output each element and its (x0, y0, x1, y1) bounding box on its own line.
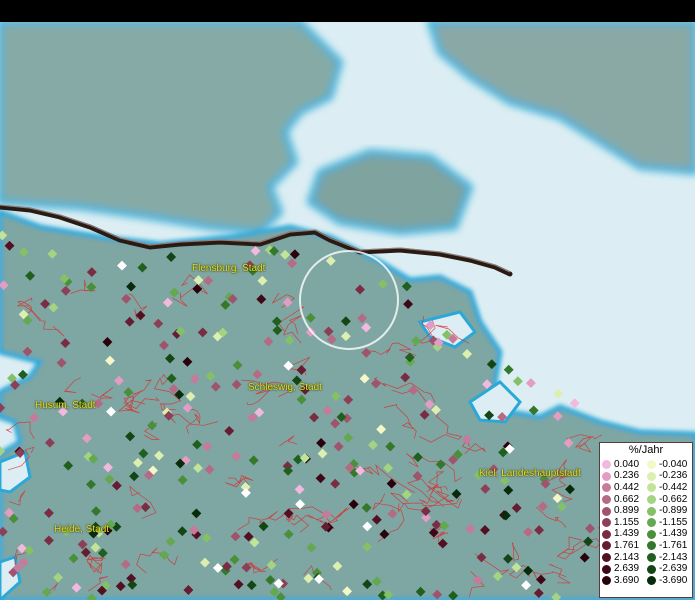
legend-entry: 1.155 (602, 517, 648, 529)
legend-value: -3.690 (659, 574, 688, 586)
legend-swatch (647, 460, 656, 470)
legend-swatch (602, 541, 611, 551)
legend-entry: -0.899 (647, 505, 693, 517)
legend-positive-column: 0.040 0.236 0.442 0.662 0.899 1.155 1.439 1.761… (602, 459, 648, 587)
legend-value: 1.155 (614, 516, 640, 528)
legend-value: 0.236 (614, 470, 640, 482)
legend-swatch (602, 529, 611, 539)
city-label-schleswig: Schleswig, Stadt (248, 382, 322, 393)
legend-entry: 1.439 (602, 529, 648, 541)
legend-value: -1.155 (659, 516, 688, 528)
legend-value: -1.439 (659, 528, 688, 540)
legend-value: -0.040 (659, 458, 688, 470)
map-viewport[interactable]: Flensburg, Stadt Schleswig, Stadt Husum,… (0, 22, 695, 600)
legend-value: 0.662 (614, 493, 640, 505)
legend-entry: -1.439 (647, 529, 693, 541)
legend-entry: -0.040 (647, 459, 693, 471)
legend-swatch (647, 483, 656, 493)
legend-entry: -0.236 (647, 471, 693, 483)
legend-swatch (647, 553, 656, 563)
legend-swatch (602, 564, 611, 574)
legend-title: %/Jahr (628, 444, 664, 456)
legend-swatch (602, 471, 611, 481)
legend-swatch (647, 564, 656, 574)
legend-entry: 1.761 (602, 540, 648, 552)
legend-value: -0.236 (659, 470, 688, 482)
legend-value: -0.899 (659, 505, 688, 517)
legend-value: -1.761 (659, 539, 688, 551)
legend-swatch (647, 471, 656, 481)
legend-swatch (602, 495, 611, 505)
legend-entry: -1.155 (647, 517, 693, 529)
legend-entry: -2.143 (647, 552, 693, 564)
legend-swatch (647, 529, 656, 539)
legend-value: 3.690 (614, 574, 640, 586)
legend-value: 0.442 (614, 481, 640, 493)
legend-swatch (602, 518, 611, 528)
legend-swatch (602, 483, 611, 493)
legend-entry: 0.040 (602, 459, 648, 471)
legend-value: -0.442 (659, 481, 688, 493)
map-canvas[interactable] (0, 22, 695, 600)
city-label-husum: Husum, Stadt (35, 400, 96, 411)
legend-value: 0.899 (614, 505, 640, 517)
city-label-flensburg: Flensburg, Stadt (192, 263, 266, 274)
legend-swatch (647, 506, 656, 516)
legend-entry: -3.690 (647, 575, 693, 587)
legend-entry: 2.143 (602, 552, 648, 564)
legend-value: 0.040 (614, 458, 640, 470)
legend-entry: -2.639 (647, 563, 693, 575)
legend-entry: 3.690 (602, 575, 648, 587)
city-label-heide: Heide, Stadt (54, 524, 110, 535)
legend-entry: 0.662 (602, 494, 648, 506)
legend-value: -2.143 (659, 551, 688, 563)
legend-value: 2.639 (614, 563, 640, 575)
legend-swatch (602, 576, 611, 586)
city-label-kiel: Kiel, Landeshauptstadt (479, 468, 581, 479)
legend-entry: 0.442 (602, 482, 648, 494)
legend-value: 2.143 (614, 551, 640, 563)
legend-swatch (647, 576, 656, 586)
legend-swatch (602, 553, 611, 563)
legend: %/Jahr 0.040 0.236 0.442 0.662 0.899 1.155 1.4… (599, 442, 693, 598)
legend-value: 1.439 (614, 528, 640, 540)
legend-entry: 0.236 (602, 471, 648, 483)
legend-swatch (602, 460, 611, 470)
legend-swatch (647, 541, 656, 551)
legend-entry: 2.639 (602, 563, 648, 575)
legend-entry: -0.662 (647, 494, 693, 506)
legend-entry: 0.899 (602, 505, 648, 517)
legend-swatch (647, 495, 656, 505)
legend-value: -2.639 (659, 563, 688, 575)
legend-negative-column: -0.040 -0.236 -0.442 -0.662 -0.899 -1.155 -1.4… (647, 459, 693, 587)
legend-entry: -1.761 (647, 540, 693, 552)
legend-entry: -0.442 (647, 482, 693, 494)
legend-value: -0.662 (659, 493, 688, 505)
legend-swatch (647, 518, 656, 528)
legend-value: 1.761 (614, 539, 640, 551)
legend-swatch (602, 506, 611, 516)
